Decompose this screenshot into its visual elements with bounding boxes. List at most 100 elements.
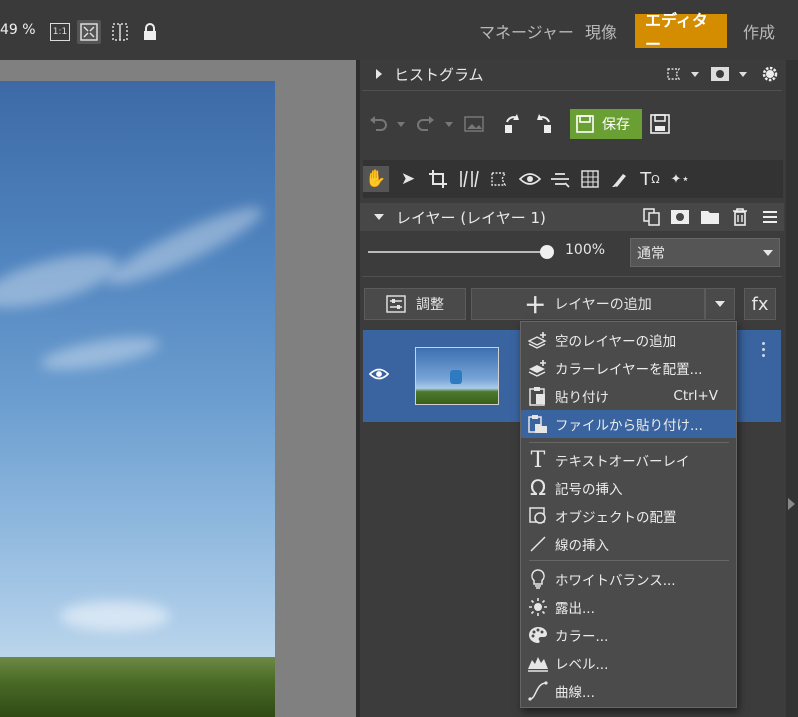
- undo-icon[interactable]: [366, 112, 390, 136]
- collapse-icon: [374, 214, 384, 220]
- plus-icon: ＋: [524, 294, 547, 319]
- menu-item-color-layer[interactable]: カラーレイヤーを配置...: [521, 354, 736, 382]
- menu-item-empty-layer[interactable]: 空のレイヤーの追加: [521, 326, 736, 354]
- save-label: 保存: [602, 117, 630, 133]
- text-omega-icon[interactable]: TΩ: [637, 166, 663, 192]
- menu-icon[interactable]: [758, 206, 782, 228]
- add-layer-dropdown[interactable]: [705, 288, 735, 320]
- more-options-icon[interactable]: [762, 342, 765, 357]
- new-layer-icon: [521, 331, 555, 349]
- menu-item-place-object[interactable]: オブジェクトの配置: [521, 502, 736, 530]
- menu-item-levels[interactable]: レベル...: [521, 649, 736, 677]
- tab-create[interactable]: 作成: [733, 14, 785, 48]
- paste-from-file-icon: [521, 414, 555, 434]
- panel-collapse-strip[interactable]: [786, 60, 798, 717]
- tab-manager[interactable]: マネージャー: [469, 14, 584, 48]
- top-bar: 49 % 1:1 マネージャー 現像 エディター 作成: [0, 0, 798, 60]
- menu-item-white-balance[interactable]: ホワイトバランス...: [521, 565, 736, 593]
- menu-item-label: 記号の挿入: [555, 482, 623, 498]
- omega-icon: Ω: [529, 476, 547, 500]
- chevron-down-icon[interactable]: [690, 70, 700, 78]
- tab-develop[interactable]: 現像: [575, 14, 627, 48]
- folder-icon[interactable]: [698, 206, 722, 228]
- menu-item-label: カラー...: [555, 629, 609, 645]
- save-button[interactable]: 保存: [570, 109, 642, 139]
- crop-icon[interactable]: [425, 166, 451, 192]
- rotate-left-icon[interactable]: [502, 112, 526, 136]
- image-icon[interactable]: [462, 112, 486, 136]
- line-icon: [521, 535, 555, 553]
- actual-size-button[interactable]: 1:1: [48, 20, 72, 44]
- canvas-area[interactable]: [0, 60, 356, 717]
- menu-item-curves[interactable]: 曲線...: [521, 677, 736, 705]
- blend-mode-select[interactable]: 通常: [630, 238, 780, 267]
- color-layer-icon: [521, 359, 555, 377]
- text-icon: T: [530, 447, 546, 473]
- chevron-down-icon[interactable]: [444, 120, 454, 128]
- menu-item-shortcut: Ctrl+V: [673, 388, 718, 404]
- adjust-button[interactable]: 調整: [364, 288, 466, 320]
- zoom-level: 49 %: [0, 22, 36, 38]
- menu-item-label: テキストオーバーレイ: [555, 454, 690, 470]
- grid-warp-icon[interactable]: [577, 166, 603, 192]
- fx-button[interactable]: fx: [744, 288, 776, 320]
- save-icon: [576, 115, 594, 133]
- tool-bar: ✋ ➤ TΩ ✦⋆: [363, 160, 783, 198]
- blend-mode-value: 通常: [637, 245, 665, 262]
- menu-item-paste-from-file[interactable]: ファイルから貼り付け...: [521, 410, 736, 438]
- menu-item-label: レベル...: [555, 657, 609, 673]
- layer-thumbnail: [415, 347, 499, 405]
- menu-item-color[interactable]: カラー...: [521, 621, 736, 649]
- brush-icon[interactable]: [607, 166, 633, 192]
- menu-item-label: 露出...: [555, 601, 595, 617]
- actual-size-label: 1:1: [50, 23, 70, 41]
- menu-item-paste[interactable]: 貼り付け Ctrl+V: [521, 382, 736, 410]
- straighten-icon[interactable]: [547, 166, 573, 192]
- opacity-value: 100%: [565, 242, 606, 258]
- menu-item-insert-symbol[interactable]: Ω 記号の挿入: [521, 474, 736, 502]
- adjust-label: 調整: [416, 297, 444, 313]
- eye-icon[interactable]: [517, 166, 543, 192]
- hand-icon[interactable]: ✋: [363, 166, 389, 192]
- add-layer-button[interactable]: ＋ レイヤーの追加: [471, 288, 705, 320]
- compare-icon[interactable]: [108, 20, 132, 44]
- opacity-slider-handle[interactable]: [540, 245, 554, 259]
- save-as-icon[interactable]: [648, 112, 672, 136]
- selection-tool-icon[interactable]: [487, 166, 513, 192]
- menu-item-label: ファイルから貼り付け...: [555, 418, 703, 434]
- rotate-right-icon[interactable]: [530, 112, 554, 136]
- fit-screen-icon[interactable]: [77, 20, 101, 44]
- visibility-eye-icon[interactable]: [367, 364, 391, 384]
- adjust-icon: [386, 295, 406, 313]
- pointer-icon[interactable]: ➤: [395, 166, 421, 192]
- effects-star-icon[interactable]: ✦⋆: [667, 166, 693, 192]
- layer-mask-icon[interactable]: [668, 206, 692, 228]
- menu-item-label: 曲線...: [555, 685, 595, 701]
- mask-icon[interactable]: [708, 64, 732, 84]
- gear-icon[interactable]: [758, 62, 782, 86]
- add-layer-menu: 空のレイヤーの追加 カラーレイヤーを配置... 貼り付け Ctrl+V ファイル…: [520, 321, 737, 708]
- histogram-title: ヒストグラム: [394, 65, 484, 84]
- menu-item-label: 線の挿入: [555, 538, 609, 554]
- paste-icon: [521, 386, 555, 406]
- add-layer-label: レイヤーの追加: [554, 297, 652, 313]
- lock-icon[interactable]: [138, 20, 162, 44]
- duplicate-layer-icon[interactable]: [640, 206, 664, 228]
- redo-icon[interactable]: [414, 112, 438, 136]
- photo-canvas[interactable]: [0, 81, 275, 717]
- chevron-down-icon: [715, 301, 725, 307]
- tab-editor[interactable]: エディター: [635, 11, 727, 54]
- chevron-down-icon[interactable]: [738, 70, 748, 78]
- palette-icon: [521, 626, 555, 644]
- levels-icon: [521, 654, 555, 672]
- perspective-icon[interactable]: [455, 166, 481, 192]
- selection-icon[interactable]: [664, 64, 686, 84]
- opacity-slider-track[interactable]: [368, 251, 548, 253]
- object-icon: [521, 507, 555, 525]
- menu-item-exposure[interactable]: 露出...: [521, 593, 736, 621]
- menu-item-insert-line[interactable]: 線の挿入: [521, 530, 736, 558]
- menu-item-label: カラーレイヤーを配置...: [555, 362, 703, 378]
- trash-icon[interactable]: [728, 206, 752, 228]
- menu-item-text-overlay[interactable]: T テキストオーバーレイ: [521, 446, 736, 474]
- chevron-down-icon[interactable]: [396, 120, 406, 128]
